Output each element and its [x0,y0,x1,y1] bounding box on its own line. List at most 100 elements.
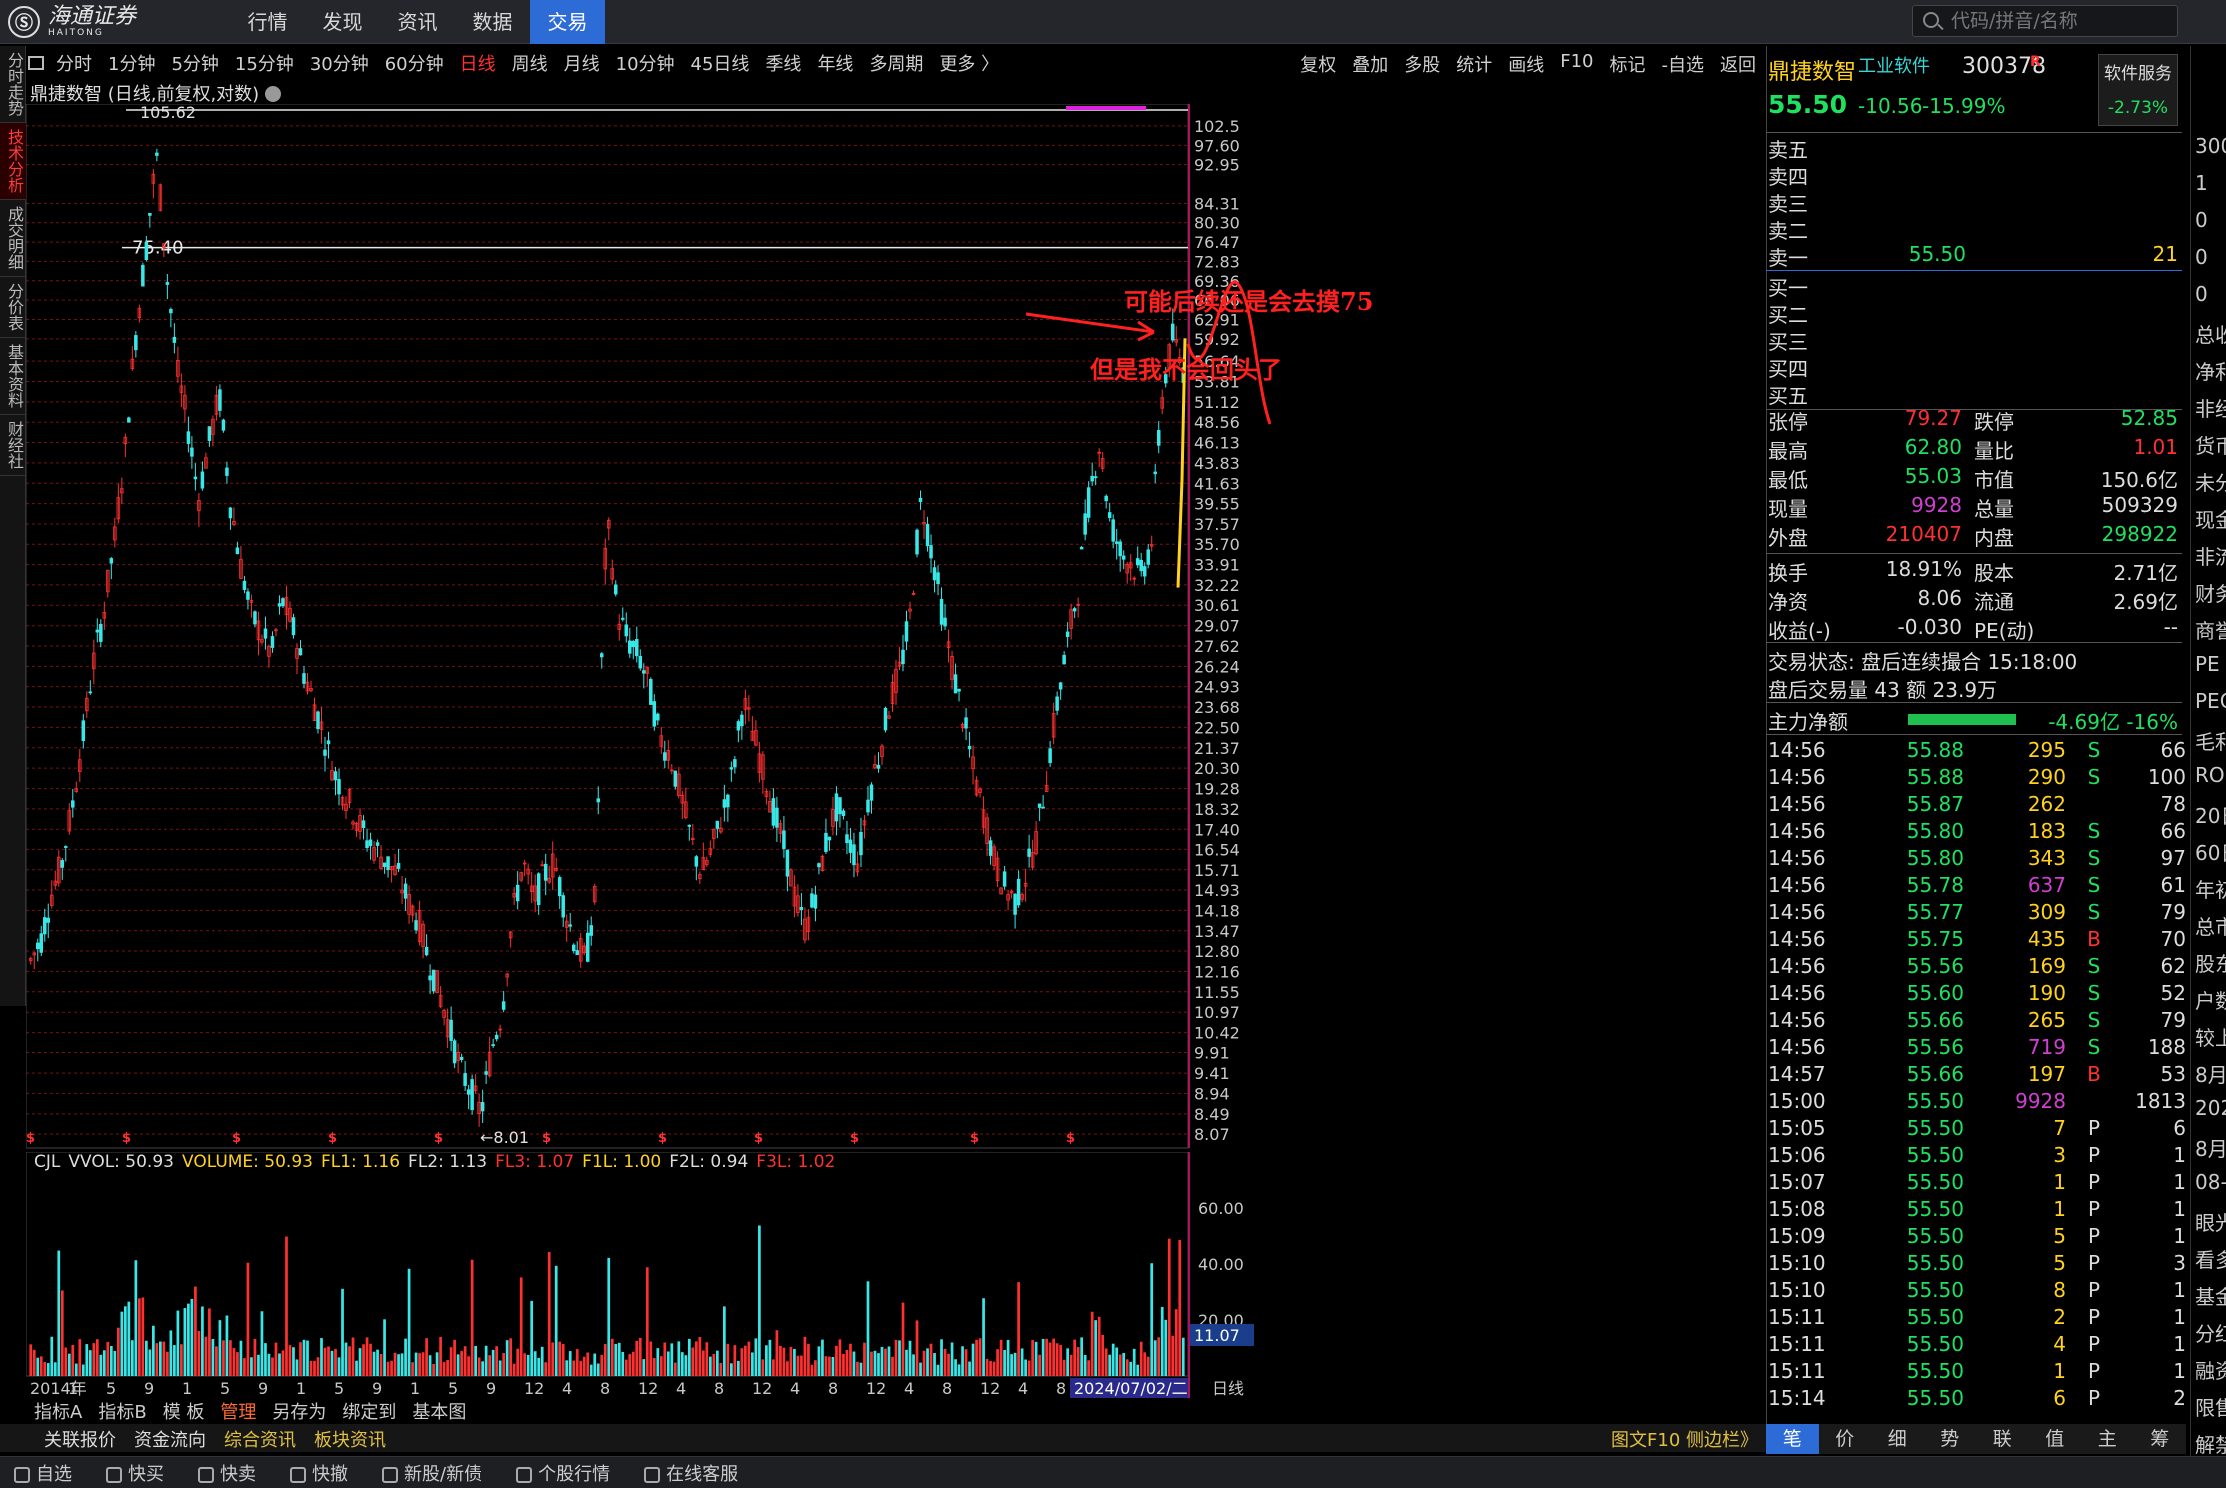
tool-6[interactable]: 标记 [1610,51,1646,77]
tool-4[interactable]: 画线 [1508,51,1544,77]
info-tab-2[interactable]: 综合资讯 [224,1426,296,1452]
buy-row[interactable]: 买二 [1768,299,2178,327]
status-item-2[interactable]: 快卖 [198,1460,256,1486]
brand-logo[interactable]: Ⓢ 海通证券 HAITONG [8,4,136,40]
event-marker[interactable]: $ [232,1131,241,1146]
quote-tab-7[interactable]: 筹 [2134,1424,2187,1454]
price-chart[interactable]: 102.597.6092.9584.3180.3076.4772.8369.36… [26,104,1766,1152]
period-6[interactable]: 日线 [460,50,496,76]
buy-row[interactable]: 买一 [1768,272,2178,300]
period-11[interactable]: 季线 [765,50,801,76]
status-item-0[interactable]: 自选 [14,1460,72,1486]
quote-tab-5[interactable]: 值 [2029,1424,2082,1454]
info-tab-3[interactable]: 板块资讯 [314,1426,386,1452]
tool-1[interactable]: 叠加 [1352,51,1388,77]
period-13[interactable]: 多周期 [869,50,923,76]
quote-tab-0[interactable]: 笔 [1766,1424,1819,1454]
candle-body [726,794,730,808]
left-tab-5[interactable]: 财经社 [0,415,26,476]
menu-0[interactable]: 行情 [230,0,305,44]
event-marker[interactable]: $ [754,1131,763,1146]
event-marker[interactable]: $ [26,1131,35,1146]
left-tab-4[interactable]: 基本资料 [0,338,26,415]
period-1[interactable]: 1分钟 [108,50,155,76]
period-10[interactable]: 45日线 [691,50,750,76]
indicator-tab-2[interactable]: 模 板 [163,1398,205,1423]
f10-sidebar-link[interactable]: 图文F10 侧边栏》 [1611,1426,1758,1452]
menu-1[interactable]: 发现 [305,0,380,44]
volume-chart[interactable]: 60.0040.0020.0011.072014年1 5 9 1 5 9 1 5 9 1 5 9 12 4… [26,1152,1766,1398]
period-8[interactable]: 月线 [564,50,600,76]
period-14[interactable]: 更多 〉 [939,50,999,76]
sell-row[interactable]: 卖一 55.50 21 [1768,242,2178,270]
menu-3[interactable]: 数据 [455,0,530,44]
left-tab-2[interactable]: 成交明细 [0,200,26,277]
side-label: 300 [2195,134,2226,158]
tick-count: 1 [2173,1332,2186,1356]
search-input[interactable]: 代码/拼音/名称 [1912,5,2178,37]
sell-row[interactable]: 卖三 [1768,188,2178,216]
menu-4[interactable]: 交易 [530,0,605,44]
tool-7[interactable]: -自选 [1662,51,1705,77]
status-item-5[interactable]: 个股行情 [516,1460,610,1486]
status-item-1[interactable]: 快买 [106,1460,164,1486]
period-0[interactable]: 分时 [56,50,92,76]
quote-tab-2[interactable]: 细 [1871,1424,1924,1454]
left-tab-0[interactable]: 分时走势 [0,46,26,123]
tool-3[interactable]: 统计 [1456,51,1492,77]
sell-row[interactable]: 卖二 [1768,215,2178,243]
quote-tab-4[interactable]: 联 [1976,1424,2029,1454]
period-9[interactable]: 10分钟 [616,50,675,76]
event-marker[interactable]: $ [434,1131,443,1146]
buy-row[interactable]: 买四 [1768,353,2178,381]
menu-2[interactable]: 资讯 [380,0,455,44]
buy-row[interactable]: 买五 [1768,380,2178,408]
event-marker[interactable]: $ [850,1131,859,1146]
sector-box[interactable]: 软件服务 -2.73% [2098,54,2178,126]
indicator-tab-5[interactable]: 绑定到 [342,1398,396,1423]
info-tabs: 关联报价 资金流向 综合资讯 板块资讯 图文F10 侧边栏》 [0,1424,1766,1452]
volume-bar [50,1336,54,1376]
status-item-3[interactable]: 快撤 [290,1460,348,1486]
volume-bar [316,1357,320,1376]
quote-tab-3[interactable]: 势 [1924,1424,1977,1454]
event-marker[interactable]: $ [328,1131,337,1146]
tool-2[interactable]: 多股 [1404,51,1440,77]
info-tab-0[interactable]: 关联报价 [44,1426,116,1452]
event-marker[interactable]: $ [542,1131,551,1146]
indicator-tab-0[interactable]: 指标A [34,1398,82,1423]
event-marker[interactable]: $ [970,1131,979,1146]
period-4[interactable]: 30分钟 [310,50,369,76]
main-net-flow[interactable]: 主力净额 -4.69亿 -16% [1768,706,2178,734]
layout-icon[interactable] [28,56,44,70]
event-marker[interactable]: $ [658,1131,667,1146]
event-marker[interactable]: $ [1066,1131,1075,1146]
indicator-tab-1[interactable]: 指标B [98,1398,146,1423]
period-3[interactable]: 15分钟 [235,50,294,76]
sell-row[interactable]: 卖四 [1768,161,2178,189]
indicator-tab-4[interactable]: 另存为 [272,1398,326,1423]
tool-0[interactable]: 复权 [1300,51,1336,77]
period-12[interactable]: 年线 [817,50,853,76]
tool-5[interactable]: F10 [1560,51,1593,77]
left-tab-3[interactable]: 分价表 [0,277,26,338]
indicator-tab-6[interactable]: 基本图 [412,1398,466,1423]
info-tab-1[interactable]: 资金流向 [134,1426,206,1452]
status-item-6[interactable]: 在线客服 [644,1460,738,1486]
event-marker[interactable]: $ [122,1131,131,1146]
volume-bar [589,1364,593,1376]
quote-tab-6[interactable]: 主 [2081,1424,2134,1454]
volume-bar [793,1348,796,1376]
sell-row[interactable]: 卖五 [1768,134,2178,162]
stock-industry[interactable]: 工业软件 [1858,52,1930,78]
status-item-4[interactable]: 新股/新债 [382,1460,482,1486]
chevron-down-icon[interactable] [265,86,282,102]
left-tab-1[interactable]: 技术分析 [0,123,26,200]
quote-tab-1[interactable]: 价 [1819,1424,1872,1454]
buy-row[interactable]: 买三 [1768,326,2178,354]
indicator-tab-3[interactable]: 管理 [220,1398,256,1423]
period-7[interactable]: 周线 [512,50,548,76]
tool-8[interactable]: 返回 [1720,51,1756,77]
period-5[interactable]: 60分钟 [385,50,444,76]
period-2[interactable]: 5分钟 [171,50,218,76]
